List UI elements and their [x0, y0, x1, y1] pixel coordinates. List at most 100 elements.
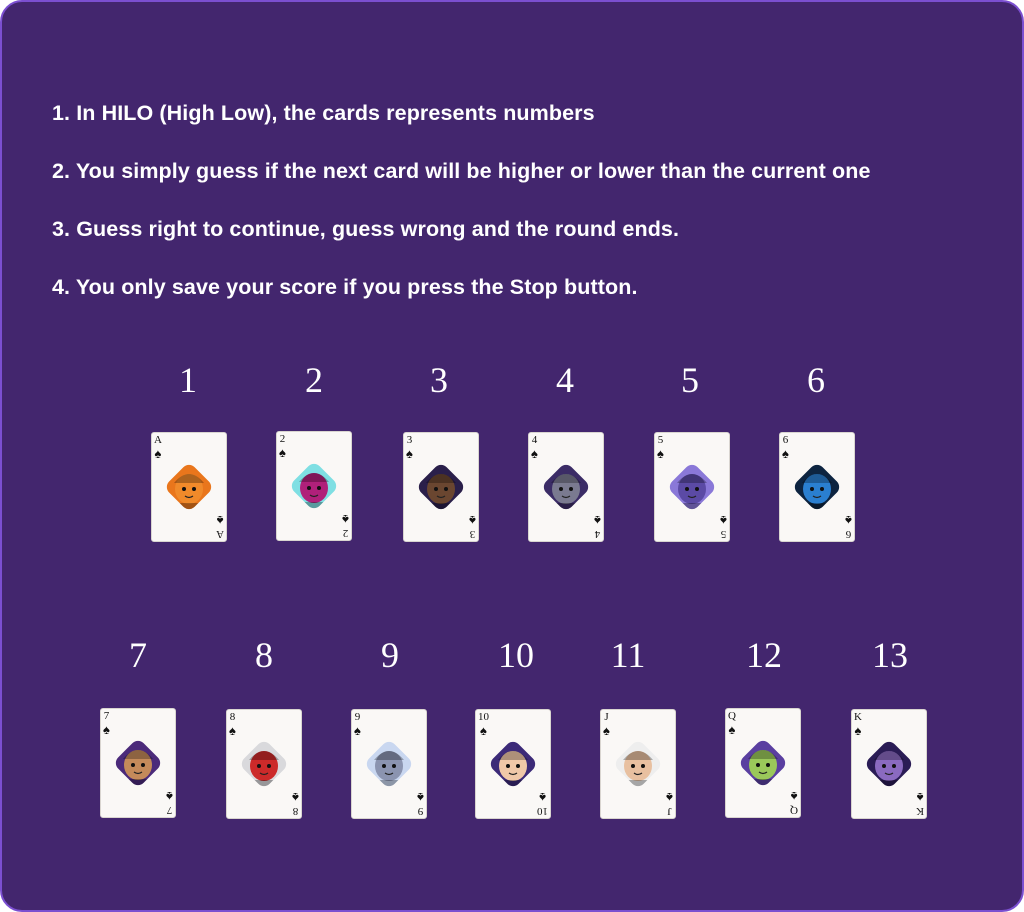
card-corner-top: 3 ♠: [406, 434, 413, 461]
card-corner-bottom: 8 ♠: [292, 790, 299, 817]
playing-card-1: A ♠ A ♠: [151, 432, 227, 542]
card-rank: 3: [469, 528, 476, 540]
rule-1: 1. In HILO (High Low), the cards represe…: [52, 101, 595, 125]
spade-suit-icon: ♠: [782, 446, 789, 461]
card-rank: 8: [292, 805, 299, 817]
magenta-dog-avatar: [288, 460, 340, 512]
spade-suit-icon: ♠: [166, 789, 173, 804]
orange-bull-avatar: [163, 461, 215, 513]
card-value-label-2: 2: [305, 360, 323, 400]
card-rank: 4: [594, 528, 601, 540]
card-value-label-3: 3: [430, 360, 448, 400]
playing-card-11: J ♠ J ♠: [600, 709, 676, 819]
card-value-label-11: 11: [610, 635, 646, 675]
playing-card-12: Q ♠ Q ♠: [725, 708, 801, 818]
card-rank: 3: [406, 434, 413, 446]
card-rank: K: [916, 805, 924, 817]
playing-card-8: 8 ♠ 8 ♠: [226, 709, 302, 819]
spade-suit-icon: ♠: [657, 446, 664, 461]
card-rank: 2: [279, 433, 286, 445]
card-value-label-5: 5: [681, 360, 699, 400]
card-corner-bottom: K ♠: [916, 790, 924, 817]
card-value-label-12: 12: [746, 635, 782, 675]
spade-suit-icon: ♠: [531, 446, 538, 461]
spade-suit-icon: ♠: [603, 723, 610, 738]
card-corner-bottom: 4 ♠: [594, 513, 601, 540]
card-value-label-10: 10: [498, 635, 534, 675]
card-corner-top: 8 ♠: [229, 711, 236, 738]
card-corner-top: 4 ♠: [531, 434, 538, 461]
gray-hippo-avatar: [540, 461, 592, 513]
card-rank: 9: [417, 805, 424, 817]
rule-2: 2. You simply guess if the next card wil…: [52, 159, 871, 183]
card-rank: K: [854, 711, 862, 723]
card-corner-top: K ♠: [854, 711, 862, 738]
card-rank: 4: [531, 434, 538, 446]
card-value-label-1: 1: [179, 360, 197, 400]
card-corner-bottom: 9 ♠: [417, 790, 424, 817]
spade-suit-icon: ♠: [229, 723, 236, 738]
card-corner-bottom: 3 ♠: [469, 513, 476, 540]
card-corner-top: 10 ♠: [478, 712, 489, 738]
card-corner-bottom: 10 ♠: [537, 790, 548, 817]
spade-suit-icon: ♠: [103, 722, 110, 737]
spade-suit-icon: ♠: [790, 789, 798, 804]
card-rank: 7: [166, 804, 173, 816]
card-rank: 6: [845, 528, 852, 540]
card-rank: 2: [342, 527, 349, 539]
card-rank: 6: [782, 434, 789, 446]
card-corner-top: 9 ♠: [354, 711, 361, 738]
card-corner-top: 5 ♠: [657, 435, 664, 461]
card-corner-top: 6 ♠: [782, 434, 789, 461]
card-corner-top: A ♠: [154, 435, 162, 461]
card-corner-top: Q ♠: [728, 710, 736, 737]
card-rank: 8: [229, 711, 236, 723]
glasses-woman-avatar: [863, 738, 915, 790]
spade-suit-icon: ♠: [292, 790, 299, 805]
rule-4: 4. You only save your score if you press…: [52, 275, 638, 299]
spade-suit-icon: ♠: [216, 513, 224, 528]
spade-suit-icon: ♠: [469, 513, 476, 528]
brown-beaver-avatar: [415, 461, 467, 513]
spade-suit-icon: ♠: [539, 790, 546, 805]
card-value-label-4: 4: [556, 360, 574, 400]
spade-suit-icon: ♠: [342, 512, 349, 527]
card-corner-bottom: 6 ♠: [845, 513, 852, 540]
card-value-label-6: 6: [807, 360, 825, 400]
spade-suit-icon: ♠: [354, 723, 361, 738]
card-rank: 5: [720, 528, 727, 540]
card-rank: 7: [103, 710, 110, 722]
card-rank: Q: [728, 710, 736, 722]
purple-beaver-avatar: [666, 461, 718, 513]
card-corner-bottom: Q ♠: [790, 789, 798, 816]
spade-suit-icon: ♠: [279, 445, 286, 460]
card-rank: Q: [790, 804, 798, 816]
spade-suit-icon: ♠: [916, 790, 924, 805]
card-rank: J: [667, 805, 672, 817]
spade-suit-icon: ♠: [845, 513, 852, 528]
card-rank: A: [216, 528, 224, 540]
card-corner-top: 7 ♠: [103, 710, 110, 737]
rule-3: 3. Guess right to continue, guess wrong …: [52, 217, 680, 241]
spade-suit-icon: ♠: [406, 446, 413, 461]
playing-card-13: K ♠ K ♠: [851, 709, 927, 819]
card-value-label-7: 7: [129, 635, 147, 675]
card-rank: 10: [537, 805, 548, 817]
spade-suit-icon: ♠: [666, 790, 673, 805]
red-cap-3d-glasses-avatar: [238, 738, 290, 790]
card-corner-top: 2 ♠: [279, 433, 286, 460]
suited-man-avatar: [612, 738, 664, 790]
card-corner-bottom: 5 ♠: [720, 513, 727, 540]
hooded-kid-avatar: [112, 737, 164, 789]
card-rank: 9: [354, 711, 361, 723]
blue-circuit-avatar: [791, 461, 843, 513]
green-face-hat-avatar: [737, 737, 789, 789]
card-corner-bottom: 2 ♠: [342, 512, 349, 539]
rules-panel: 1. In HILO (High Low), the cards represe…: [0, 0, 1024, 912]
playing-card-9: 9 ♠ 9 ♠: [351, 709, 427, 819]
card-corner-bottom: 7 ♠: [166, 789, 173, 816]
rules-list: 1. In HILO (High Low), the cards represe…: [52, 94, 871, 326]
card-corner-bottom: A ♠: [216, 513, 224, 540]
pixel-helmet-avatar: [363, 738, 415, 790]
playing-card-2: 2 ♠ 2 ♠: [276, 431, 352, 541]
